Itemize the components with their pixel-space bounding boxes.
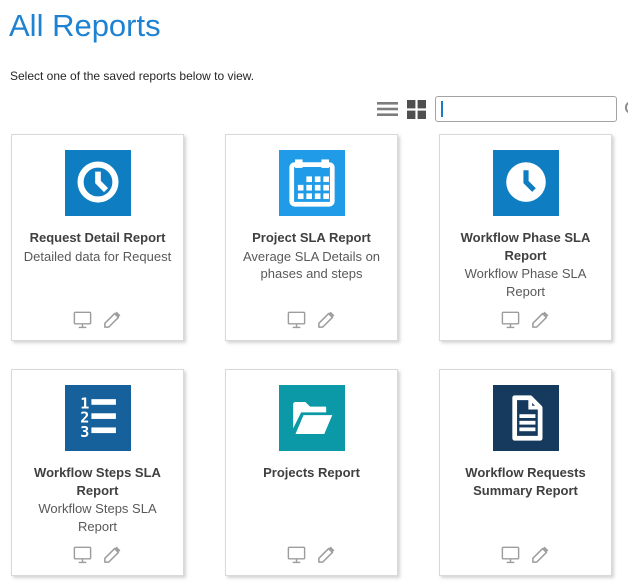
document-icon — [493, 385, 559, 451]
report-card-description: Workflow Phase SLA Report — [446, 265, 605, 300]
page-subtitle: Select one of the saved reports below to… — [10, 69, 619, 83]
report-cards-grid: Request Detail Report Detailed data for … — [11, 134, 619, 576]
search-icon[interactable] — [623, 99, 628, 119]
report-card[interactable]: Workflow Phase SLA Report Workflow Phase… — [439, 134, 612, 341]
all-reports-page: All Reports Select one of the saved repo… — [0, 0, 628, 576]
report-card[interactable]: Project SLA Report Average SLA Details o… — [225, 134, 398, 341]
grid-view-icon — [407, 100, 426, 119]
report-card-title: Projects Report — [263, 464, 360, 482]
edit-report-button[interactable] — [316, 544, 337, 565]
report-card[interactable]: Projects Report — [225, 369, 398, 576]
numbered-list-icon: 123 — [65, 385, 131, 451]
calendar-icon — [279, 150, 345, 216]
report-card-title: Workflow Phase SLA Report — [446, 229, 605, 264]
view-report-button[interactable] — [500, 309, 521, 330]
clock-outline-icon — [65, 150, 131, 216]
search-input[interactable] — [436, 97, 623, 121]
report-card[interactable]: Workflow Requests Summary Report — [439, 369, 612, 576]
view-report-button[interactable] — [72, 544, 93, 565]
text-cursor — [441, 101, 443, 117]
pencil-icon — [102, 544, 123, 565]
pencil-icon — [530, 309, 551, 330]
pencil-icon — [316, 544, 337, 565]
monitor-icon — [500, 544, 521, 565]
grid-view-button[interactable] — [407, 100, 426, 119]
page-title: All Reports — [9, 8, 619, 44]
report-card-actions — [286, 544, 337, 565]
report-card-description: Workflow Steps SLA Report — [18, 500, 177, 535]
report-card-actions — [500, 309, 551, 330]
list-view-icon — [377, 101, 398, 117]
view-report-button[interactable] — [500, 544, 521, 565]
report-card-description: Average SLA Details on phases and steps — [232, 248, 391, 283]
view-report-button[interactable] — [286, 544, 307, 565]
pencil-icon — [102, 309, 123, 330]
clock-solid-icon — [493, 150, 559, 216]
edit-report-button[interactable] — [102, 309, 123, 330]
edit-report-button[interactable] — [102, 544, 123, 565]
report-card-title: Request Detail Report — [30, 229, 166, 247]
monitor-icon — [286, 544, 307, 565]
pencil-icon — [530, 544, 551, 565]
report-card[interactable]: Request Detail Report Detailed data for … — [11, 134, 184, 341]
view-report-button[interactable] — [286, 309, 307, 330]
edit-report-button[interactable] — [316, 309, 337, 330]
edit-report-button[interactable] — [530, 309, 551, 330]
report-card-actions — [500, 544, 551, 565]
monitor-icon — [72, 309, 93, 330]
edit-report-button[interactable] — [530, 544, 551, 565]
list-view-button[interactable] — [377, 101, 398, 117]
report-card[interactable]: 123 Workflow Steps SLA Report Workflow S… — [11, 369, 184, 576]
report-card-description: Detailed data for Request — [24, 248, 171, 266]
report-card-actions — [286, 309, 337, 330]
pencil-icon — [316, 309, 337, 330]
report-card-title: Project SLA Report — [252, 229, 371, 247]
report-card-actions — [72, 309, 123, 330]
search-box — [435, 96, 617, 122]
view-report-button[interactable] — [72, 309, 93, 330]
report-card-title: Workflow Steps SLA Report — [18, 464, 177, 499]
folder-open-icon — [279, 385, 345, 451]
monitor-icon — [500, 309, 521, 330]
svg-text:3: 3 — [80, 423, 89, 441]
report-card-actions — [72, 544, 123, 565]
toolbar — [9, 96, 619, 122]
monitor-icon — [286, 309, 307, 330]
monitor-icon — [72, 544, 93, 565]
report-card-title: Workflow Requests Summary Report — [446, 464, 605, 499]
